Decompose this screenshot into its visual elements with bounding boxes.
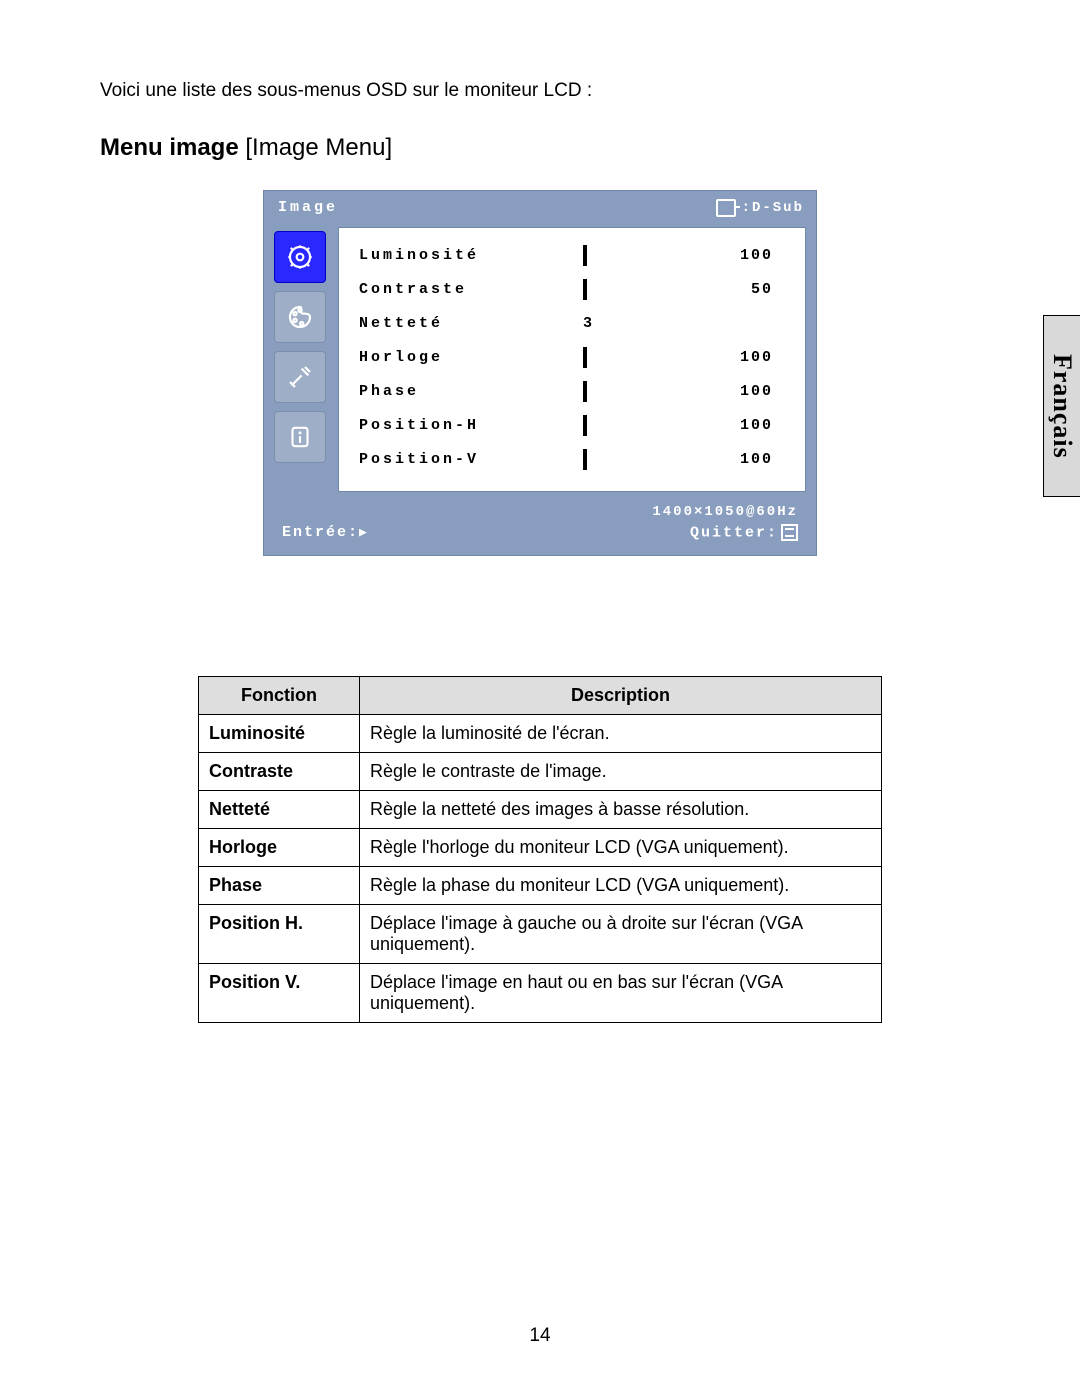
table-body: LuminositéRègle la luminosité de l'écran… bbox=[199, 715, 882, 1023]
osd-footer: Entrée:▶ Quitter: bbox=[264, 520, 816, 555]
image-icon bbox=[285, 242, 315, 272]
osd-setting-label: Position-V bbox=[359, 451, 583, 468]
description-cell: Règle l'horloge du moniteur LCD (VGA uni… bbox=[360, 829, 882, 867]
table-header-row: Fonction Description bbox=[199, 677, 882, 715]
osd-title: Image bbox=[278, 199, 338, 217]
intro-text: Voici une liste des sous-menus OSD sur l… bbox=[100, 80, 980, 102]
osd-enter-label: Entrée: bbox=[282, 524, 359, 541]
osd-source: :D-Sub bbox=[716, 199, 804, 217]
osd-setting-label: Contraste bbox=[359, 281, 583, 298]
progress-bar bbox=[583, 245, 587, 266]
osd-setting-label: Position-H bbox=[359, 417, 583, 434]
table-header-description: Description bbox=[360, 677, 882, 715]
function-cell: Netteté bbox=[199, 791, 360, 829]
osd-panel: Image :D-Sub bbox=[263, 190, 817, 556]
table-row: PhaseRègle la phase du moniteur LCD (VGA… bbox=[199, 867, 882, 905]
function-cell: Horloge bbox=[199, 829, 360, 867]
osd-setting-value: 100 bbox=[713, 349, 773, 366]
function-cell: Position V. bbox=[199, 964, 360, 1023]
osd-bar-wrap bbox=[583, 451, 713, 468]
osd-main-list: Luminosité100Contraste50Netteté3Horloge1… bbox=[338, 227, 806, 492]
progress-bar bbox=[583, 279, 587, 300]
progress-bar bbox=[583, 415, 587, 436]
description-cell: Règle la luminosité de l'écran. bbox=[360, 715, 882, 753]
color-icon bbox=[285, 302, 315, 332]
description-cell: Déplace l'image à gauche ou à droite sur… bbox=[360, 905, 882, 964]
osd-setting-value: 100 bbox=[713, 451, 773, 468]
osd-setting-row[interactable]: Position-H 100 bbox=[359, 408, 789, 442]
osd-setting-label: Horloge bbox=[359, 349, 583, 366]
function-cell: Contraste bbox=[199, 753, 360, 791]
description-table: Fonction Description LuminositéRègle la … bbox=[198, 676, 882, 1023]
function-cell: Luminosité bbox=[199, 715, 360, 753]
osd-bar-wrap bbox=[583, 281, 713, 298]
osd-resolution: 1400×1050@60Hz bbox=[264, 500, 816, 520]
description-cell: Règle le contraste de l'image. bbox=[360, 753, 882, 791]
osd-tab-tools[interactable] bbox=[274, 351, 326, 403]
osd-setting-value: 3 bbox=[583, 315, 773, 332]
description-cell: Règle la phase du moniteur LCD (VGA uniq… bbox=[360, 867, 882, 905]
osd-body: Luminosité100Contraste50Netteté3Horloge1… bbox=[264, 223, 816, 500]
osd-header: Image :D-Sub bbox=[264, 191, 816, 223]
osd-bar-wrap bbox=[583, 383, 713, 400]
osd-tab-color[interactable] bbox=[274, 291, 326, 343]
osd-setting-value: 100 bbox=[713, 417, 773, 434]
osd-setting-value: 100 bbox=[713, 247, 773, 264]
input-source-icon bbox=[716, 199, 736, 217]
progress-bar bbox=[583, 449, 587, 470]
function-cell: Position H. bbox=[199, 905, 360, 964]
progress-bar bbox=[583, 381, 587, 402]
osd-quit-hint: Quitter: bbox=[690, 524, 798, 541]
osd-setting-row[interactable]: Contraste 50 bbox=[359, 272, 789, 306]
table-row: NettetéRègle la netteté des images à bas… bbox=[199, 791, 882, 829]
description-cell: Règle la netteté des images à basse réso… bbox=[360, 791, 882, 829]
progress-bar bbox=[583, 347, 587, 368]
osd-bar-wrap bbox=[583, 349, 713, 366]
language-tab: Français bbox=[1043, 315, 1080, 497]
osd-setting-label: Netteté bbox=[359, 315, 583, 332]
osd-setting-label: Luminosité bbox=[359, 247, 583, 264]
osd-setting-value: 50 bbox=[713, 281, 773, 298]
osd-tab-image[interactable] bbox=[274, 231, 326, 283]
arrow-right-icon: ▶ bbox=[359, 525, 367, 540]
osd-setting-row[interactable]: Position-V 100 bbox=[359, 442, 789, 476]
osd-tab-info[interactable] bbox=[274, 411, 326, 463]
description-cell: Déplace l'image en haut ou en bas sur l'… bbox=[360, 964, 882, 1023]
table-row: HorlogeRègle l'horloge du moniteur LCD (… bbox=[199, 829, 882, 867]
osd-side-tabs bbox=[274, 227, 334, 492]
page-number: 14 bbox=[0, 1325, 1080, 1347]
osd-setting-row[interactable]: Phase 100 bbox=[359, 374, 789, 408]
osd-setting-row[interactable]: Horloge 100 bbox=[359, 340, 789, 374]
osd-quit-label: Quitter: bbox=[690, 524, 778, 541]
osd-bar-wrap bbox=[583, 247, 713, 264]
table-row: Position V.Déplace l'image en haut ou en… bbox=[199, 964, 882, 1023]
table-row: LuminositéRègle la luminosité de l'écran… bbox=[199, 715, 882, 753]
table-row: ContrasteRègle le contraste de l'image. bbox=[199, 753, 882, 791]
menu-icon bbox=[781, 524, 798, 541]
function-cell: Phase bbox=[199, 867, 360, 905]
osd-setting-row[interactable]: Netteté3 bbox=[359, 306, 789, 340]
heading-normal: [Image Menu] bbox=[239, 134, 392, 161]
document-page: Voici une liste des sous-menus OSD sur l… bbox=[0, 0, 1080, 1397]
osd-source-label: :D-Sub bbox=[742, 200, 804, 216]
osd-setting-value: 100 bbox=[713, 383, 773, 400]
table-row: Position H.Déplace l'image à gauche ou à… bbox=[199, 905, 882, 964]
section-heading: Menu image [Image Menu] bbox=[100, 134, 980, 162]
table-header-function: Fonction bbox=[199, 677, 360, 715]
tools-icon bbox=[285, 362, 315, 392]
osd-enter-hint: Entrée:▶ bbox=[282, 524, 367, 541]
osd-setting-label: Phase bbox=[359, 383, 583, 400]
osd-bar-wrap bbox=[583, 417, 713, 434]
heading-bold: Menu image bbox=[100, 134, 239, 161]
osd-setting-row[interactable]: Luminosité 100 bbox=[359, 238, 789, 272]
info-icon bbox=[285, 422, 315, 452]
